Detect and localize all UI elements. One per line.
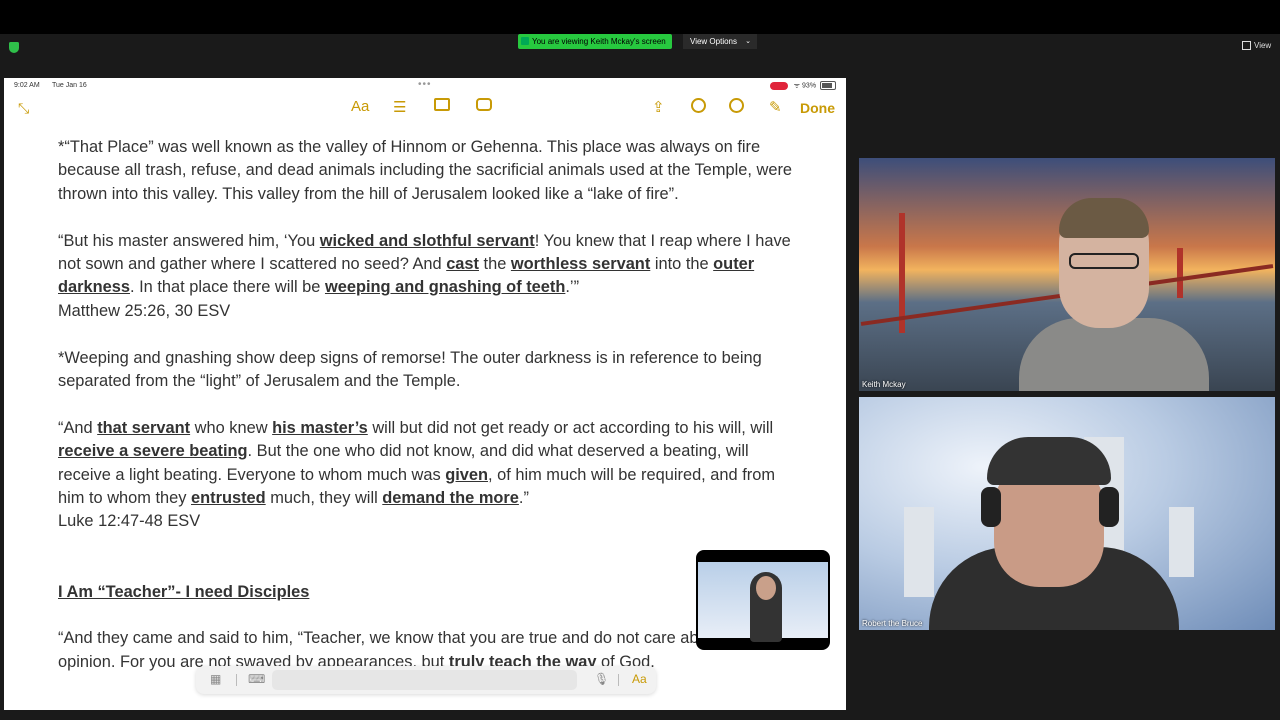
security-shield-icon[interactable] xyxy=(9,42,19,53)
recording-indicator-icon xyxy=(769,81,788,90)
multitasking-dots-icon[interactable]: ••• xyxy=(418,79,432,90)
status-time: 9:02 AM xyxy=(14,82,40,89)
note-heading-teacher: I Am “Teacher”- I need Disciples xyxy=(58,582,310,601)
keyboard-icon[interactable]: ⌨ xyxy=(248,672,265,686)
participant-name: Keith Mckay xyxy=(862,380,906,389)
more-options-icon[interactable] xyxy=(729,98,744,117)
keyboard-format-button[interactable]: Aa xyxy=(632,672,647,686)
note-reference-luke: Luke 12:47-48 ESV xyxy=(58,512,201,531)
video-tile-robert[interactable]: Robert the Bruce xyxy=(859,397,1275,630)
camera-icon[interactable] xyxy=(476,98,492,115)
note-paragraph-matthew: “But his master answered him, ‘You wicke… xyxy=(58,231,791,297)
note-reference-matthew: Matthew 25:26, 30 ESV xyxy=(58,301,231,320)
compose-note-icon[interactable]: ✎ xyxy=(769,98,782,116)
status-right: ᯤ 93% xyxy=(769,81,836,90)
note-paragraph-weeping: *Weeping and gnashing show deep signs of… xyxy=(58,348,762,391)
battery-percent: 93% xyxy=(802,82,817,90)
collapse-icon[interactable]: ⤡ xyxy=(18,100,29,117)
grid-view-icon xyxy=(1242,41,1251,51)
share-icon[interactable]: ⇪ xyxy=(652,98,665,116)
note-paragraph-gehenna: *“That Place” was well known as the vall… xyxy=(58,138,793,203)
chevron-down-icon: ⌄ xyxy=(745,38,751,45)
screen-share-icon xyxy=(521,37,529,45)
table-icon[interactable] xyxy=(434,98,450,115)
table-shortcut-icon[interactable]: ▦ xyxy=(210,672,221,686)
pip-video-thumbnail[interactable] xyxy=(696,550,830,650)
checklist-icon[interactable]: ☰ xyxy=(393,98,406,116)
battery-icon xyxy=(820,81,836,90)
done-button[interactable]: Done xyxy=(800,100,835,116)
view-button[interactable]: View xyxy=(1242,41,1272,51)
format-button[interactable]: Aa xyxy=(351,98,369,115)
wifi-icon: ᯤ xyxy=(793,82,801,90)
predictive-text-field[interactable] xyxy=(272,670,577,690)
note-paragraph-luke: “And that servant who knew his master’s … xyxy=(58,418,775,508)
viewing-banner: You are viewing Keith Mckay's screen xyxy=(518,34,672,49)
microphone-icon[interactable]: 🎙 xyxy=(594,672,609,686)
view-options-button[interactable]: View Options ⌄ xyxy=(683,34,757,49)
viewing-banner-text: You are viewing Keith Mckay's screen xyxy=(532,37,666,46)
note-body[interactable]: *“That Place” was well known as the vall… xyxy=(58,136,798,698)
video-tile-keith[interactable]: Keith Mckay xyxy=(859,158,1275,391)
top-black-bar xyxy=(0,0,1280,34)
keyboard-shortcut-bar: ▦ ⌨ 🎙 Aa xyxy=(196,666,656,694)
markup-pen-icon[interactable] xyxy=(691,98,706,117)
status-date: Tue Jan 16 xyxy=(52,82,87,89)
view-options-label: View Options xyxy=(690,37,737,46)
participant-name: Robert the Bruce xyxy=(862,619,923,628)
view-button-label: View xyxy=(1254,41,1272,50)
